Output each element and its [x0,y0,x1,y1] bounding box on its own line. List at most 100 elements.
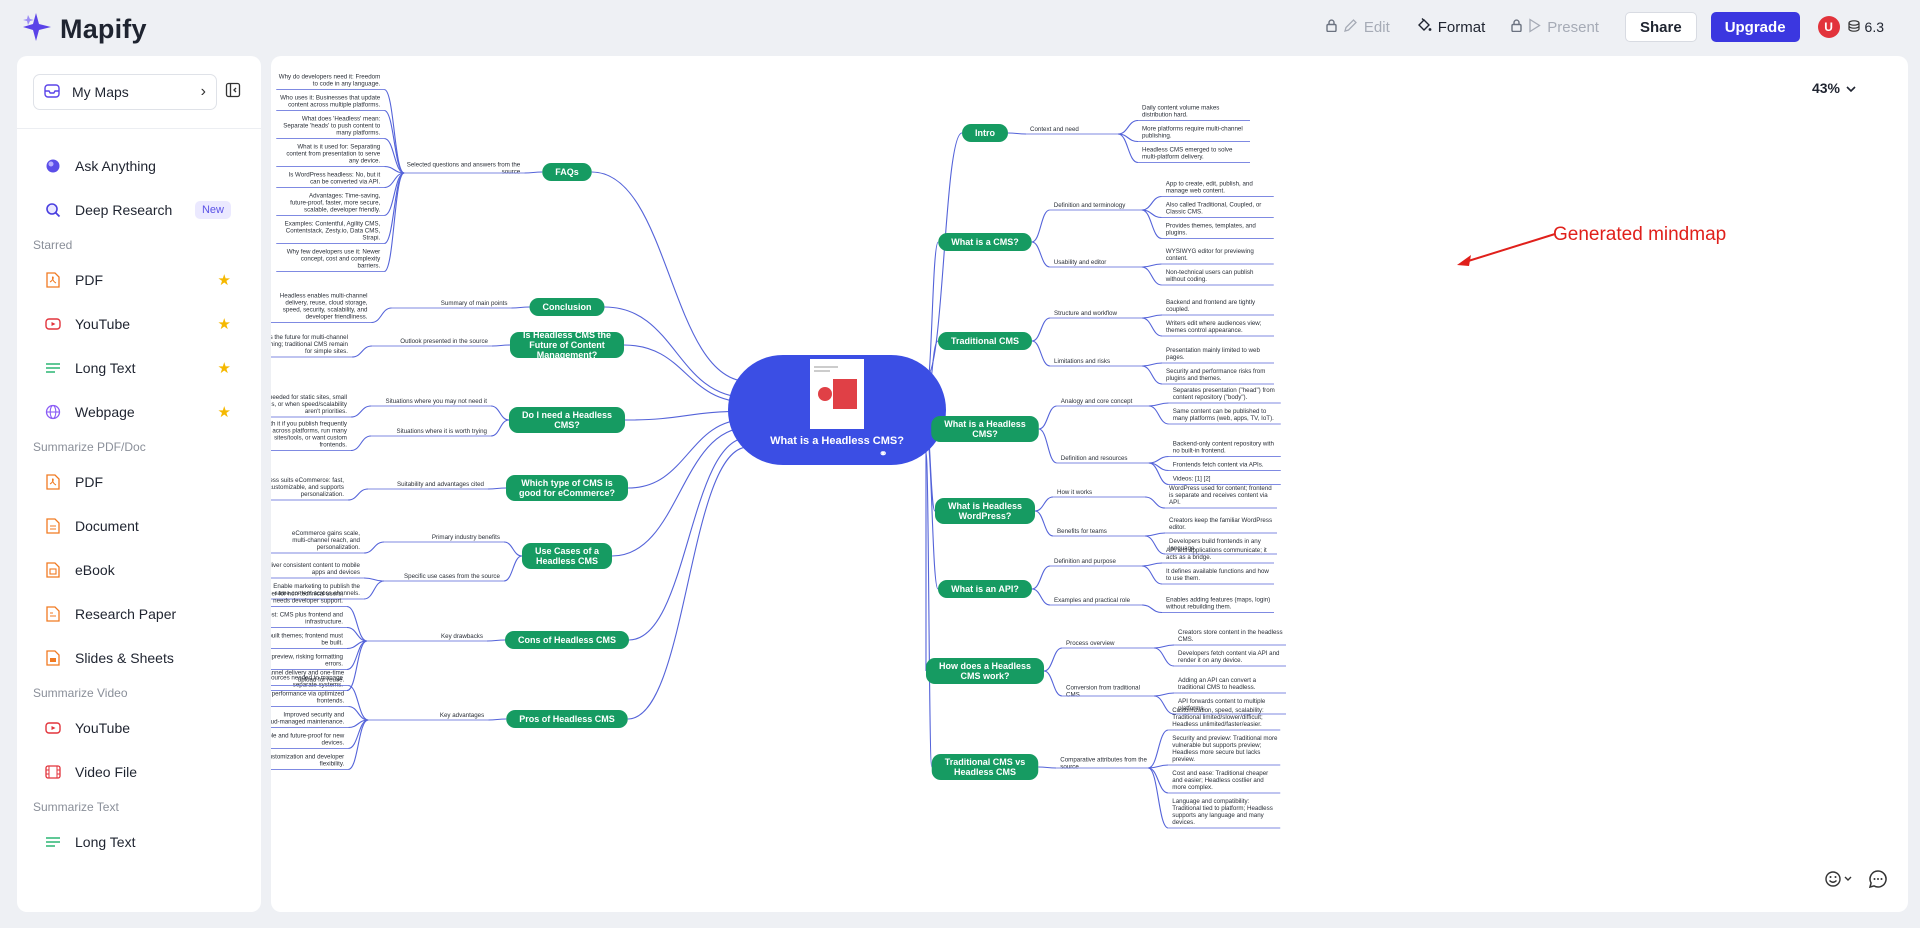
mindmap[interactable]: What is a Headless CMS? ⚭ Intro Context and… [271,56,1908,912]
leaf-node[interactable]: Not needed for static sites, smallaudien… [271,394,351,418]
leaf-node[interactable]: Backend and frontend are tightly coupled. [1162,299,1275,316]
leaf-node[interactable]: Faster performance via optimizedfrontend… [271,691,349,707]
leaf-node[interactable]: Same content can be published to many pla… [1168,408,1281,425]
star-icon[interactable]: ★ [218,271,231,289]
zoom-control[interactable]: 43% [1812,80,1856,96]
leaf-node[interactable]: Security and performance risks from plugi… [1162,368,1275,385]
leaf-node[interactable]: No pre-built themes; frontend mustbe bui… [271,633,347,649]
leaf-node[interactable]: Why do developers need it: Freedom to cod… [276,74,385,90]
leaf-node[interactable]: What is it used for: Separating content f… [276,144,385,167]
sidebar-item-document[interactable]: Document [17,504,261,548]
leaf-node[interactable]: Who uses it: Businesses that update conte… [276,95,385,111]
leaf-node[interactable]: Presentation mainly limited to web pages. [1162,347,1275,364]
upgrade-button[interactable]: Upgrade [1710,12,1800,42]
topic-right-5[interactable]: What is an API? Definition and purpose API… [937,547,1275,613]
sidebar-item-deep-research[interactable]: Deep Research New [17,188,261,232]
leaf-node[interactable]: Worth it if you publish frequentlyacross… [271,421,351,451]
leaf-node[interactable]: Headless enables multi-channel delivery, … [271,293,372,323]
sidebar-item-youtube[interactable]: YouTube ★ [17,302,261,346]
sidebar-item-long-text[interactable]: Long Text [17,820,261,864]
sidebar-item-pdf[interactable]: PDF ★ [17,258,261,302]
sidebar-item-slides-sheets[interactable]: Slides & Sheets [17,636,261,680]
topic-right-4[interactable]: What is Headless WordPress? How it works Wo… [934,485,1278,555]
leaf-node[interactable]: Higher cost: CMS plus frontend andinfras… [271,612,347,628]
sidebar-item-pdf[interactable]: PDF [17,460,261,504]
leaf-node[interactable]: Scalable and future-proof for newdevices… [271,733,349,749]
format-button[interactable]: Format [1416,17,1485,37]
topic-left-0[interactable]: FAQsSelected questions and answers from … [276,74,592,272]
sidebar-item-ask-anything[interactable]: Ask Anything [17,144,261,188]
leaf-node[interactable]: Why few developers use it: Newer concept,… [276,249,385,272]
leaf-node[interactable]: More platforms require multi-channel publ… [1137,126,1250,142]
leaf-node[interactable]: Developers fetch content via API and rend… [1174,650,1287,667]
source-thumbnail[interactable] [810,359,864,429]
leaf-node[interactable]: Customization, speed, scalability: Tradit… [1168,707,1281,731]
star-icon[interactable]: ★ [218,403,231,421]
leaf-node[interactable]: Is WordPress headless: No, but it can be … [276,172,385,188]
leaf-node[interactable]: Headless CMS emerged to solve multi-platf… [1137,147,1250,163]
leaf-node[interactable]: WordPress used for content; frontend is s… [1165,485,1278,509]
share-button[interactable]: Share [1624,12,1697,42]
leaf-node[interactable]: Non-technical users can publish without c… [1161,269,1274,286]
leaf-node[interactable]: What does 'Headless' mean: Separate 'head… [276,116,385,139]
topic-right-7[interactable]: Traditional CMS vs Headless CMS Comparativ… [931,707,1281,829]
leaf-node[interactable]: Headless suits eCommerce: fast,scalable,… [271,477,348,501]
leaf-node[interactable]: Advantages: Time-saving, future-proof, fa… [276,193,385,216]
leaf-node[interactable]: eCommerce gains scale, multi-channel reac… [271,530,364,554]
leaf-node[interactable]: Frontends fetch content via APIs. [1168,462,1281,471]
leaf-node[interactable]: Improved security andcloud-managed maint… [271,712,349,728]
leaf-node[interactable]: Greater customization and developerflexi… [271,754,349,770]
leaf-node[interactable]: Also called Traditional, Coupled, or Clas… [1161,202,1274,218]
edit-button[interactable]: Edit [1326,18,1390,37]
topic-right-1[interactable]: What is a CMS? Definition and terminology… [938,181,1274,286]
star-icon[interactable]: ★ [218,315,231,333]
app-logo[interactable]: Mapify [22,12,147,47]
credits-badge[interactable]: 6.3 [1846,18,1884,37]
sidebar-item-research-paper[interactable]: Research Paper [17,592,261,636]
topic-right-0[interactable]: Intro Context and need Daily content volum… [962,105,1250,163]
leaf-node[interactable]: Creators store content in the headless CM… [1174,629,1287,646]
sidebar-item-long-text[interactable]: Long Text ★ [17,346,261,390]
sidebar-item-ebook[interactable]: eBook [17,548,261,592]
leaf-node[interactable]: Deliver consistent content to mobile apps… [271,562,364,579]
leaf-node[interactable]: Backend-only content repository with no b… [1168,441,1281,457]
leaf-node[interactable]: Adding an API can convert a traditional C… [1174,677,1287,694]
leaf-node[interactable]: Creators keep the familiar WordPress edit… [1165,517,1278,534]
leaf-node[interactable]: App to create, edit, publish, and manage … [1161,181,1274,197]
leaf-node[interactable]: Daily content volume makes distribution h… [1137,105,1250,121]
topic-left-4[interactable]: Which type of CMS is good for eCommerce? S… [271,475,629,501]
present-button[interactable]: Present [1511,17,1599,37]
leaf-node[interactable]: Separates presentation ("head") from cont… [1168,387,1281,404]
topic-right-3[interactable]: What is a Headless CMS?Analogy and core c… [931,387,1281,485]
topic-left-2[interactable]: Is Headless CMS the Future of Content Mana… [271,330,625,360]
sidebar-item-youtube[interactable]: YouTube [17,706,261,750]
topic-left-3[interactable]: Do I need a Headless CMS?Situations where… [271,394,626,451]
leaf-node[interactable]: WYSIWYG editor for previewing content. [1161,248,1274,265]
avatar[interactable]: U [1817,16,1840,38]
leaf-node[interactable]: Examples: Contentful, Agility CMS, Conten… [276,221,385,244]
leaf-node[interactable]: Cost and ease: Traditional cheaper and ea… [1168,770,1281,794]
my-maps-button[interactable]: My Maps › [33,74,217,110]
emoji-menu-icon[interactable] [1824,870,1854,893]
star-icon[interactable]: ★ [218,359,231,377]
link-icon[interactable]: ⚭ [879,449,887,460]
leaf-node[interactable]: No editor preview, risking formattingerr… [271,654,347,670]
topic-left-5[interactable]: Use Cases of a Headless CMS Primary indust… [271,530,613,600]
leaf-node[interactable]: Seen as the future for multi-channelpubl… [271,334,352,358]
leaf-node[interactable]: Provides themes, templates, and plugins. [1161,223,1274,239]
topic-right-2[interactable]: Traditional CMS Structure and workflow Bac… [937,299,1275,385]
leaf-node[interactable]: It defines available functions and how to… [1162,568,1275,585]
collapse-sidebar-icon[interactable] [225,82,241,103]
topic-right-6[interactable]: How does a Headless CMS work?Process over… [925,629,1287,715]
leaf-node[interactable]: API lets applications communicate; it act… [1162,547,1275,564]
topic-left-1[interactable]: Conclusion Summary of main points Headless… [271,293,605,323]
leaf-node[interactable]: Enables adding features (maps, login) wit… [1162,597,1275,613]
sidebar-item-webpage[interactable]: Webpage ★ [17,390,261,434]
root-node[interactable]: What is a Headless CMS? ⚭ [728,355,946,465]
leaf-node[interactable]: Security and preview: Traditional more vu… [1168,735,1281,766]
chat-icon[interactable] [1868,869,1888,894]
sidebar-item-video-file[interactable]: Video File [17,750,261,794]
leaf-node[interactable]: Harder for non-technical users;needs dev… [271,591,347,607]
leaf-node[interactable]: Language and compatibility: Traditional t… [1168,798,1281,829]
leaf-node[interactable]: Writers edit where audiences view; themes… [1162,320,1275,337]
